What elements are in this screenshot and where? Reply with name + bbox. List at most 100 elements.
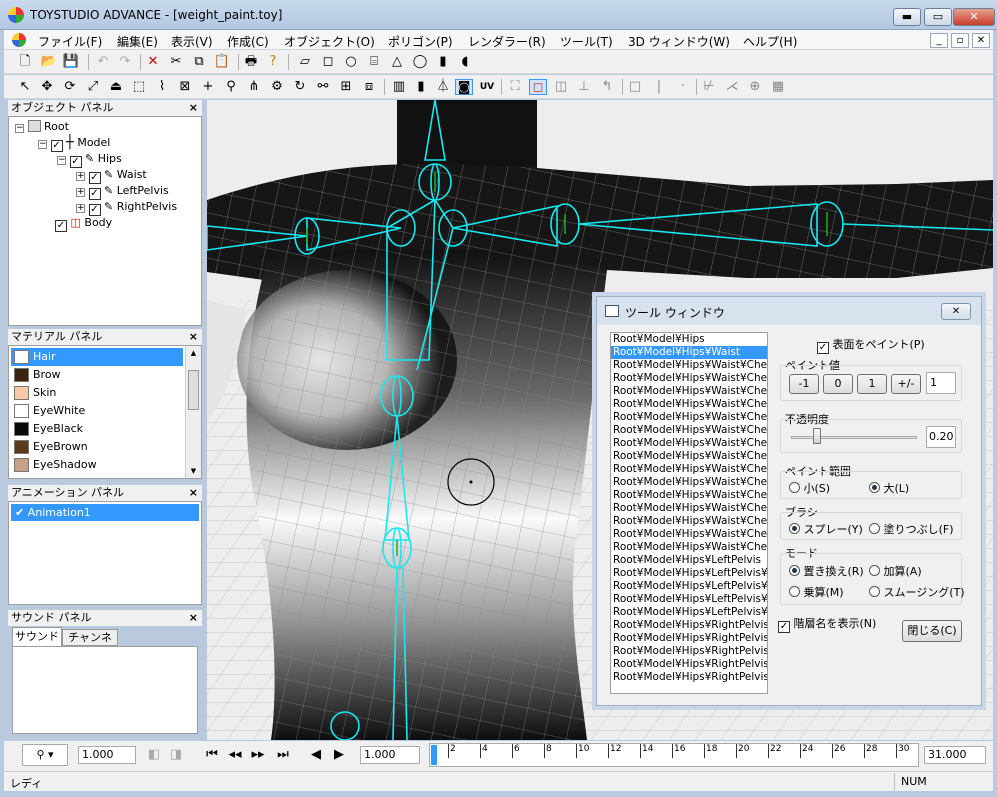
axis-icon[interactable]: ⊥ — [575, 79, 593, 95]
prev-key-icon[interactable]: ◧ — [145, 747, 163, 763]
bone-list-item[interactable]: Root¥Model¥Hips¥Waist¥Chest¥ — [611, 437, 767, 450]
menu-object[interactable]: オブジェクト(O) — [284, 33, 375, 50]
sphere-icon[interactable]: ○ — [342, 54, 360, 70]
frame-icon[interactable]: □ — [626, 79, 644, 95]
bone-list-item[interactable]: Root¥Model¥Hips¥Waist¥Chest¥ — [611, 463, 767, 476]
orbit-icon[interactable]: ↻ — [291, 79, 309, 95]
maximize-button[interactable]: ▭ — [924, 8, 952, 26]
bone-tool-icon[interactable]: ⚲ — [222, 79, 240, 95]
help-icon[interactable]: ? — [264, 54, 282, 70]
paint-invert-button[interactable]: +/- — [891, 374, 921, 394]
ik-icon[interactable]: ⋔ — [245, 79, 263, 95]
menu-edit[interactable]: 編集(E) — [117, 33, 158, 50]
tab-sound[interactable]: サウンド — [12, 627, 62, 646]
scale-icon[interactable]: ⤢ — [84, 79, 102, 95]
tree-item-body[interactable]: ✓ ◫ Body — [55, 215, 112, 232]
next-key-icon[interactable]: ◨ — [167, 747, 185, 763]
frame-input[interactable]: 1.000 — [360, 746, 420, 764]
step-forward-icon[interactable]: ▸▸ — [249, 747, 267, 763]
material-item[interactable]: EyeWhite — [11, 402, 183, 420]
speed-input[interactable]: 1.000 — [78, 746, 136, 764]
mode-multiply-radio[interactable]: 乗算(M) — [789, 584, 844, 600]
back-icon[interactable]: ↰ — [598, 79, 616, 95]
move-icon[interactable]: ✥ — [38, 79, 56, 95]
mdi-minimize-button[interactable]: _ — [930, 33, 948, 48]
brush-fill-radio[interactable]: 塗りつぶし(F) — [869, 521, 954, 537]
opacity-slider-track[interactable] — [791, 436, 917, 439]
menu-file[interactable]: ファイル(F) — [38, 33, 102, 50]
tree-item-root[interactable]: − Root — [15, 119, 69, 135]
bone-list-item[interactable]: Root¥Model¥Hips¥Waist¥Chest¥ — [611, 411, 767, 424]
bone-list-item[interactable]: Root¥Model¥Hips¥Waist — [611, 346, 767, 359]
material-item[interactable]: EyeBrown — [11, 438, 183, 456]
paint-surface-checkbox[interactable]: ✓ 表面をペイント(P) — [817, 336, 925, 354]
box-select-icon[interactable]: ⬚ — [130, 79, 148, 95]
play-reverse-icon[interactable]: ◀ — [307, 747, 325, 763]
bone-list-item[interactable]: Root¥Model¥Hips¥LeftPelvis¥Le — [611, 567, 767, 580]
paint-one-button[interactable]: 1 — [857, 374, 887, 394]
gradient-icon[interactable]: ▥ — [390, 79, 408, 95]
material-panel-close-icon[interactable]: × — [189, 329, 198, 345]
bone-list-item[interactable]: Root¥Model¥Hips¥Waist¥Chest¥ — [611, 528, 767, 541]
tree-item-hips[interactable]: − ✓ ✎ Hips — [57, 151, 122, 168]
bone-list-item[interactable]: Root¥Model¥Hips — [611, 333, 767, 346]
material-item[interactable]: Hair — [11, 348, 183, 366]
weight-paint-icon[interactable]: ◙ — [455, 79, 473, 95]
close-button[interactable]: ✕ — [953, 8, 995, 26]
lasso-icon[interactable]: ⌇ — [153, 79, 171, 95]
bone-list-item[interactable]: Root¥Model¥Hips¥RightPelvis¥R — [611, 645, 767, 658]
cut-icon[interactable]: ✂ — [167, 54, 185, 70]
rotate-icon[interactable]: ⟳ — [61, 79, 79, 95]
bone-list-item[interactable]: Root¥Model¥Hips¥Waist¥Chest¥ — [611, 541, 767, 554]
delete-icon[interactable]: ✕ — [144, 54, 162, 70]
sound-panel-close-icon[interactable]: × — [189, 610, 198, 626]
tool-window-close-icon[interactable]: ✕ — [941, 303, 971, 320]
grid-icon[interactable]: ▦ — [769, 79, 787, 95]
object-panel-close-icon[interactable]: × — [189, 100, 198, 116]
bone-list-item[interactable]: Root¥Model¥Hips¥Waist¥Chest¥ — [611, 424, 767, 437]
paint-value-input[interactable]: 1 — [926, 372, 956, 394]
menu-view[interactable]: 表示(V) — [171, 33, 213, 50]
bone-list-item[interactable]: Root¥Model¥Hips¥Waist¥Chest¥ — [611, 398, 767, 411]
uv-icon[interactable]: UV — [478, 79, 496, 95]
menu-help[interactable]: ヘルプ(H) — [743, 33, 797, 50]
redo-icon[interactable]: ↷ — [116, 54, 134, 70]
menu-renderer[interactable]: レンダラー(R) — [468, 33, 546, 50]
bone-list-item[interactable]: Root¥Model¥Hips¥Waist¥Chest¥ — [611, 385, 767, 398]
tree-item-rightpelvis[interactable]: + ✓ ✎ RightPelvis — [76, 199, 177, 216]
select-arrow-icon[interactable]: ↖ — [16, 79, 34, 95]
bone-list-item[interactable]: Root¥Model¥Hips¥LeftPelvis¥Le — [611, 606, 767, 619]
point-icon[interactable]: · — [674, 79, 692, 95]
layer-icon[interactable]: ⧈ — [360, 79, 378, 95]
bone-list-item[interactable]: Root¥Model¥Hips¥Waist¥Chest¥ — [611, 489, 767, 502]
document-icon[interactable] — [12, 33, 26, 47]
bone-list-item[interactable]: Root¥Model¥Hips¥Waist¥Chest¥ — [611, 476, 767, 489]
bone-list-item[interactable]: Root¥Model¥Hips¥LeftPelvis¥Le — [611, 580, 767, 593]
range-small-radio[interactable]: 小(S) — [789, 480, 830, 496]
material-scrollbar[interactable]: ▲ ▼ — [185, 346, 201, 478]
cube-icon[interactable]: ◻ — [319, 54, 337, 70]
box-cross-icon[interactable]: ⊠ — [176, 79, 194, 95]
end-frame-input[interactable]: 31.000 — [924, 746, 986, 764]
first-frame-icon[interactable]: ⏮ — [203, 747, 221, 763]
paint-zero-button[interactable]: 0 — [823, 374, 853, 394]
mirror-icon[interactable]: ⋌ — [723, 79, 741, 95]
hierarchy-icon[interactable]: ⛶ — [506, 79, 524, 95]
range-large-radio[interactable]: 大(L) — [869, 480, 909, 496]
bone-list-item[interactable]: Root¥Model¥Hips¥RightPelvis¥R — [611, 632, 767, 645]
material-item[interactable]: Brow — [11, 366, 183, 384]
tree-item-waist[interactable]: + ✓ ✎ Waist — [76, 167, 147, 184]
bone-list-item[interactable]: Root¥Model¥Hips¥RightPelvis¥R — [611, 671, 767, 684]
menu-tools[interactable]: ツール(T) — [560, 33, 613, 50]
stamp-icon[interactable]: ⏃ — [434, 79, 452, 95]
bone-list-item[interactable]: Root¥Model¥Hips¥RightPelvis¥R — [611, 658, 767, 671]
open-folder-icon[interactable]: 📂 — [40, 54, 58, 70]
mode-replace-radio[interactable]: 置き換え(R) — [789, 563, 864, 579]
menu-create[interactable]: 作成(C) — [227, 33, 269, 50]
play-icon[interactable]: ▶ — [330, 747, 348, 763]
mode-smooth-radio[interactable]: スムージング(T) — [869, 584, 965, 600]
copy-icon[interactable]: ⧉ — [190, 54, 208, 70]
mdi-restore-button[interactable]: ▫ — [951, 33, 969, 48]
pose-dropdown[interactable]: ⚲ ▾ — [22, 744, 68, 766]
joint-icon[interactable]: ⚙ — [268, 79, 286, 95]
